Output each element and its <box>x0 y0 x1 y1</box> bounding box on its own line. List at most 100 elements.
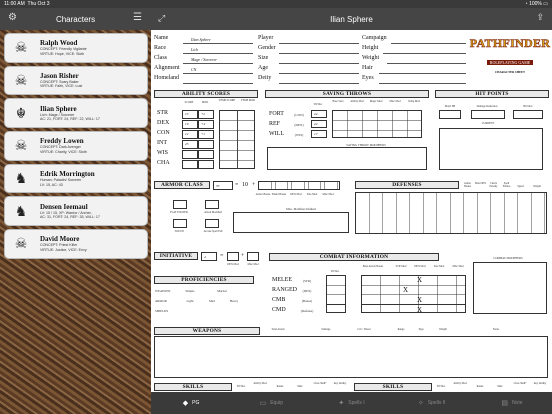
save-total[interactable]: 17 <box>311 130 327 138</box>
wifi-icon: ◔ <box>524 1 528 7</box>
ability-score[interactable] <box>182 160 198 169</box>
combat-total-column[interactable] <box>326 275 346 313</box>
character-card[interactable]: ♞ Densen Ieemaul LV: 15 / 15, XP: Warrior … <box>4 196 148 226</box>
ability-mod[interactable] <box>198 140 214 149</box>
weapon-col-header: Total Attack <box>271 328 285 331</box>
defenses-header: DEFENSES <box>355 181 459 189</box>
alignment-value[interactable]: CN <box>191 67 196 72</box>
initiative-misc-field[interactable] <box>247 252 259 261</box>
defenses-grid[interactable] <box>355 192 547 234</box>
ability-mod[interactable]: +4 <box>198 120 214 129</box>
tab-label: Spells II <box>427 400 446 406</box>
class-value[interactable]: Mage / Sorcerer <box>191 57 217 62</box>
share-icon[interactable]: ⇪ <box>536 12 544 23</box>
ability-col-header: TEMP MOD <box>240 99 255 102</box>
ability-score[interactable]: 19 <box>182 120 198 129</box>
attack-modified-field[interactable] <box>205 200 219 209</box>
character-card[interactable]: ☠ Ralph Wood CONCEPT: Friendly Vigilante VI… <box>4 33 148 63</box>
touch-ac-field[interactable] <box>173 219 187 228</box>
flat-footed-field[interactable] <box>173 200 187 209</box>
homeland-label: Homeland <box>154 75 179 81</box>
combat-row-name: MELEE <box>272 277 292 283</box>
save-total[interactable]: 22 <box>311 120 327 128</box>
skull-icon: ☠ <box>14 71 28 88</box>
defense-col-header: Spell Failure <box>502 182 511 188</box>
class-label: Class <box>154 55 168 61</box>
character-line: LV: 15, AC: 43 <box>40 182 63 187</box>
logo-tag: CHARACTER SHEET <box>494 70 526 74</box>
ability-mod[interactable]: +1 <box>198 130 214 139</box>
ability-score[interactable]: 13 <box>182 110 198 119</box>
combat-x-mark: X <box>417 296 423 304</box>
current-hp-field[interactable] <box>439 128 543 170</box>
ability-score[interactable] <box>182 150 198 159</box>
expand-icon[interactable]: ⤢ <box>158 13 165 24</box>
character-card[interactable]: ☠ David Moore CONCEPT: Priest Killer VIRTUE… <box>4 229 148 259</box>
character-name: Ilian Sphere <box>40 104 77 113</box>
combat-modifiers-field[interactable] <box>473 262 547 314</box>
combat-col-header: Misc Mod <box>452 265 464 268</box>
ac-parts-grid[interactable] <box>258 181 340 190</box>
character-card[interactable]: ☠ Jason Risher CONCEPT: Scary Baker VIRTUE:… <box>4 65 148 96</box>
tab-spells-1[interactable]: ✦ Spells I <box>311 392 391 414</box>
gender-label: Gender <box>258 45 276 51</box>
tab-equip[interactable]: ▭ Equip <box>231 392 311 414</box>
ability-mod[interactable] <box>198 150 214 159</box>
name-value[interactable]: Ilian Sphere <box>191 37 211 42</box>
prof-option[interactable]: Med <box>203 299 221 303</box>
character-line: AC: 21, FORT: 24, REF: 22, WILL: 17 <box>40 117 100 122</box>
character-line: VIRTUE: Charity, VICE: Sloth <box>40 149 87 154</box>
initiative-total[interactable]: 4 <box>201 252 217 261</box>
alignment-label: Alignment <box>154 65 180 71</box>
character-name: Edrik Morrington <box>40 170 95 179</box>
ac-part-label: DEX Mod <box>290 193 302 196</box>
skull-icon: ☠ <box>14 39 28 56</box>
save-mod-grid[interactable] <box>332 110 422 138</box>
weight-label: Weight <box>362 55 380 61</box>
character-card[interactable]: ☬ Ilian Sphere Lich: Mage / Sorcerer AC: 21… <box>4 98 148 128</box>
combat-parts-grid[interactable] <box>361 275 466 313</box>
prof-option[interactable]: Light <box>181 299 199 303</box>
save-total[interactable]: 24 <box>311 110 327 118</box>
skill-col-header: Misc <box>297 385 303 388</box>
weapons-table[interactable] <box>154 336 548 378</box>
prof-option[interactable]: Martial <box>213 289 231 293</box>
ac-total[interactable]: 35 <box>213 181 233 190</box>
max-hp-field[interactable] <box>439 110 461 119</box>
prof-armor-label: ARMOR <box>155 299 167 303</box>
save-modifiers-field[interactable] <box>267 147 427 170</box>
initiative-equals: = <box>220 253 224 259</box>
damage-reduction-field[interactable] <box>471 110 505 119</box>
tab-spells-2[interactable]: ✧ Spells II <box>392 392 472 414</box>
prof-option[interactable]: Simple <box>181 289 199 293</box>
ability-score[interactable]: 25 <box>182 140 198 149</box>
spell-fail-field[interactable] <box>205 219 219 228</box>
ac-part-label: Armor Bonus <box>255 193 271 196</box>
character-list-panel: ⚙ Characters ☰ ☠ Ralph Wood CONCEPT: Frien… <box>0 8 151 414</box>
prof-option[interactable]: Heavy <box>225 299 243 303</box>
initiative-dex-field[interactable] <box>227 252 239 261</box>
save-col-header: Misc Mod <box>389 100 401 103</box>
hit-dice-field[interactable] <box>513 110 543 119</box>
hp-col-header: Damage Reduction <box>476 105 498 108</box>
tab-label: Spells I <box>348 400 365 406</box>
tab-note[interactable]: ▤ Note <box>472 392 552 414</box>
character-card[interactable]: ☠ Freddy Lowen CONCEPT: Dark Avenger VIRTUE… <box>4 131 148 161</box>
ability-col-header: SCORE <box>184 101 194 104</box>
ac-plus: + <box>252 182 256 188</box>
ability-name: CON <box>157 130 170 136</box>
tab-pg[interactable]: ◆ PG <box>151 392 231 414</box>
combat-col-header: DEX Mod <box>414 265 426 268</box>
combat-row-ability: (Defense) <box>300 309 314 313</box>
dragon-icon: ♞ <box>14 202 28 219</box>
gear-icon[interactable]: ⚙ <box>8 12 17 23</box>
ability-mod[interactable] <box>198 160 214 169</box>
ability-score[interactable]: 12 <box>182 130 198 139</box>
note-icon: ▤ <box>501 400 508 407</box>
character-card[interactable]: ♞ Edrik Morrington Human: Paladin/ Sorcere… <box>4 163 148 194</box>
ability-mod[interactable]: +2 <box>198 110 214 119</box>
character-sheet-panel: ⤢ Ilian Sphere ⇪ Name Ilian Sphere Race … <box>151 8 552 414</box>
menu-icon[interactable]: ☰ <box>133 12 142 23</box>
race-value[interactable]: Lich <box>191 47 198 52</box>
ac-misc-field[interactable] <box>233 212 349 233</box>
